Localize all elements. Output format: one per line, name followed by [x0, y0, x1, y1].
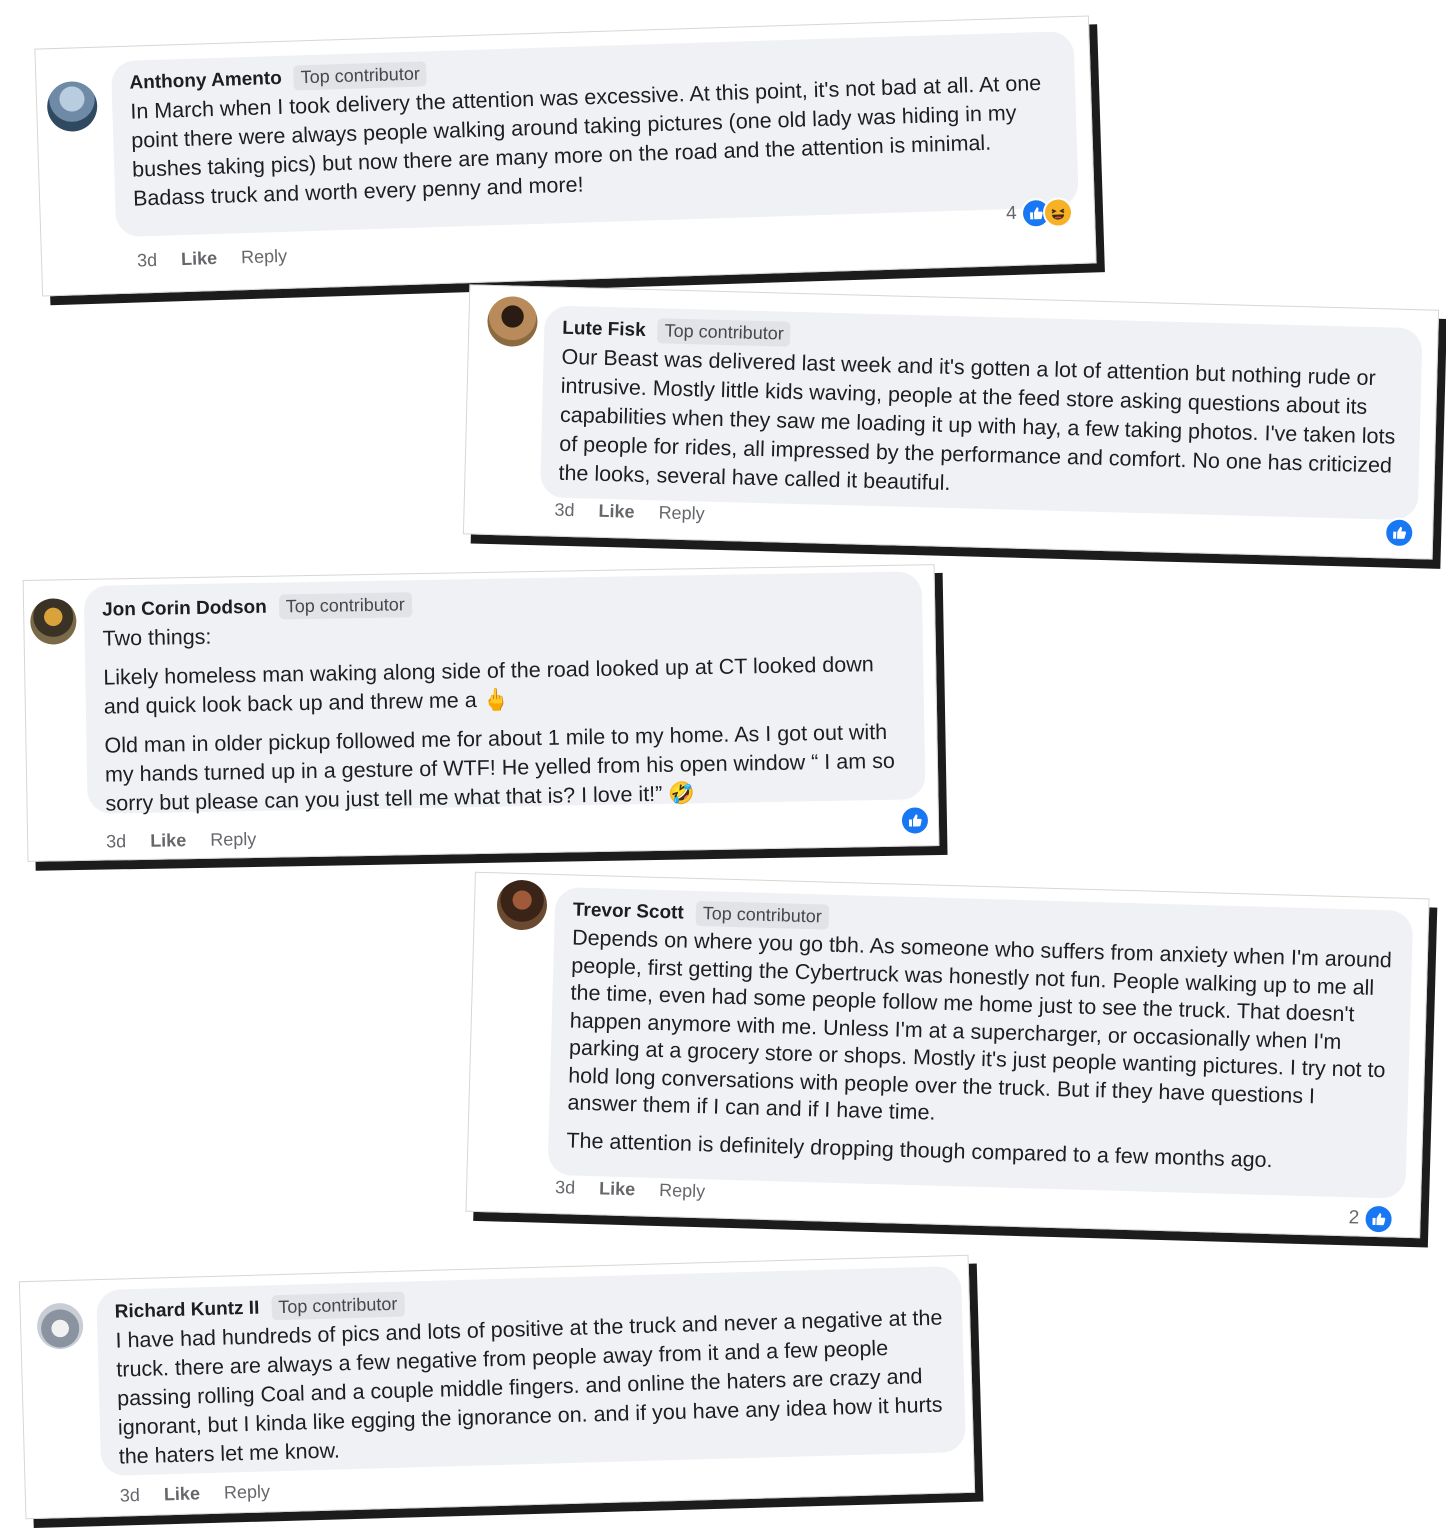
comment-timestamp[interactable]: 3d: [137, 250, 158, 272]
comment-text: Depends on where you go tbh. As someone …: [567, 925, 1393, 1125]
comment-bubble: Lute Fisk Top contributor Our Beast was …: [539, 305, 1423, 521]
reply-button[interactable]: Reply: [224, 1481, 271, 1503]
comment-actions: 3d Like Reply: [106, 829, 256, 853]
comment-text: Likely homeless man waking along side of…: [103, 652, 874, 719]
avatar[interactable]: [29, 598, 77, 645]
comment-actions: 3d Like Reply: [137, 246, 288, 272]
comment-author[interactable]: Anthony Amento: [129, 67, 282, 94]
reaction-count: 4: [1005, 202, 1017, 225]
like-icon: [899, 805, 931, 836]
comment-text: Old man in older pickup followed me for …: [104, 719, 895, 816]
reply-button[interactable]: Reply: [210, 829, 256, 851]
comment-text: Our Beast was delivered last week and it…: [558, 344, 1396, 496]
comment-timestamp[interactable]: 3d: [120, 1485, 141, 1507]
avatar[interactable]: [486, 295, 539, 348]
comment-card: Richard Kuntz II Top contributor I have …: [18, 1254, 976, 1520]
like-button[interactable]: Like: [150, 830, 186, 852]
reply-button[interactable]: Reply: [241, 246, 288, 268]
top-contributor-badge: Top contributor: [278, 592, 413, 620]
comment-timestamp[interactable]: 3d: [554, 500, 575, 522]
avatar[interactable]: [36, 1302, 84, 1350]
comment-author[interactable]: Jon Corin Dodson: [102, 596, 267, 621]
comment-card: Jon Corin Dodson Top contributor Two thi…: [22, 564, 940, 862]
comment-bubble: Trevor Scott Top contributor Depends on …: [547, 886, 1414, 1199]
comment-bubble: Anthony Amento Top contributor In March …: [110, 30, 1079, 238]
reaction-summary[interactable]: 4: [1005, 197, 1074, 229]
like-button[interactable]: Like: [164, 1483, 201, 1505]
reaction-summary[interactable]: 2: [1348, 1203, 1394, 1235]
comment-card: Anthony Amento Top contributor In March …: [34, 15, 1097, 297]
like-icon: [1362, 1203, 1394, 1235]
comment-actions: 3d Like Reply: [555, 1177, 706, 1202]
top-contributor-badge: Top contributor: [293, 61, 428, 91]
avatar[interactable]: [496, 879, 548, 931]
comment-actions: 3d Like Reply: [554, 500, 705, 525]
reaction-count: 2: [1348, 1207, 1360, 1229]
like-button[interactable]: Like: [598, 501, 635, 523]
reaction-summary[interactable]: [899, 805, 931, 836]
avatar[interactable]: [46, 80, 98, 133]
like-button[interactable]: Like: [181, 248, 218, 270]
reply-button[interactable]: Reply: [658, 502, 705, 524]
like-button[interactable]: Like: [599, 1178, 636, 1200]
haha-icon: [1042, 197, 1074, 229]
comment-bubble: Jon Corin Dodson Top contributor Two thi…: [83, 571, 926, 816]
reply-button[interactable]: Reply: [659, 1180, 706, 1202]
top-contributor-badge: Top contributor: [657, 318, 792, 347]
comment-author[interactable]: Lute Fisk: [562, 317, 646, 341]
top-contributor-badge: Top contributor: [270, 1291, 405, 1321]
comment-card: Trevor Scott Top contributor Depends on …: [465, 871, 1430, 1239]
comment-author[interactable]: Trevor Scott: [573, 899, 684, 924]
comment-card: Lute Fisk Top contributor Our Beast was …: [462, 284, 1440, 560]
comment-text: I have had hundreds of pics and lots of …: [115, 1305, 943, 1469]
comment-bubble: Richard Kuntz II Top contributor I have …: [96, 1266, 966, 1477]
top-contributor-badge: Top contributor: [695, 900, 830, 930]
like-icon: [1383, 517, 1415, 549]
comment-timestamp[interactable]: 3d: [555, 1177, 576, 1199]
comment-timestamp[interactable]: 3d: [106, 831, 126, 852]
reaction-summary[interactable]: [1383, 517, 1415, 549]
comment-author[interactable]: Richard Kuntz II: [114, 1297, 259, 1323]
comment-actions: 3d Like Reply: [120, 1481, 271, 1506]
